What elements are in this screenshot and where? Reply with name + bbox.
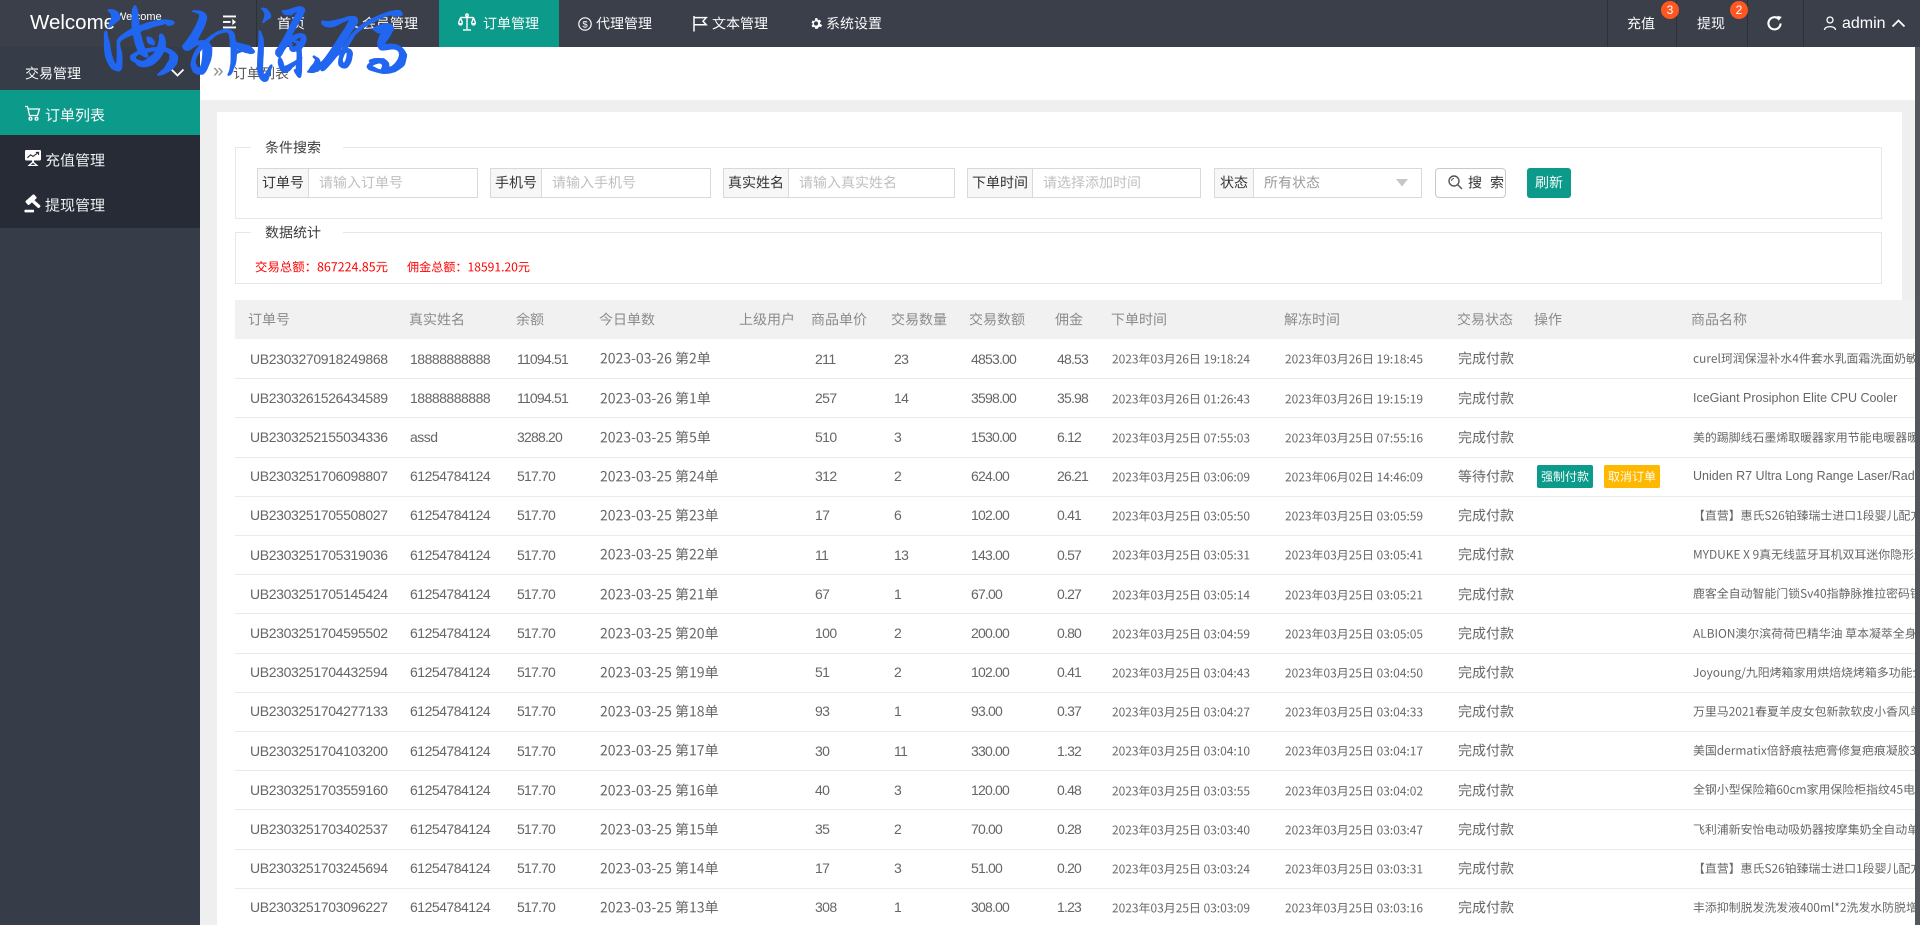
svg-text:$: $ xyxy=(582,19,588,30)
